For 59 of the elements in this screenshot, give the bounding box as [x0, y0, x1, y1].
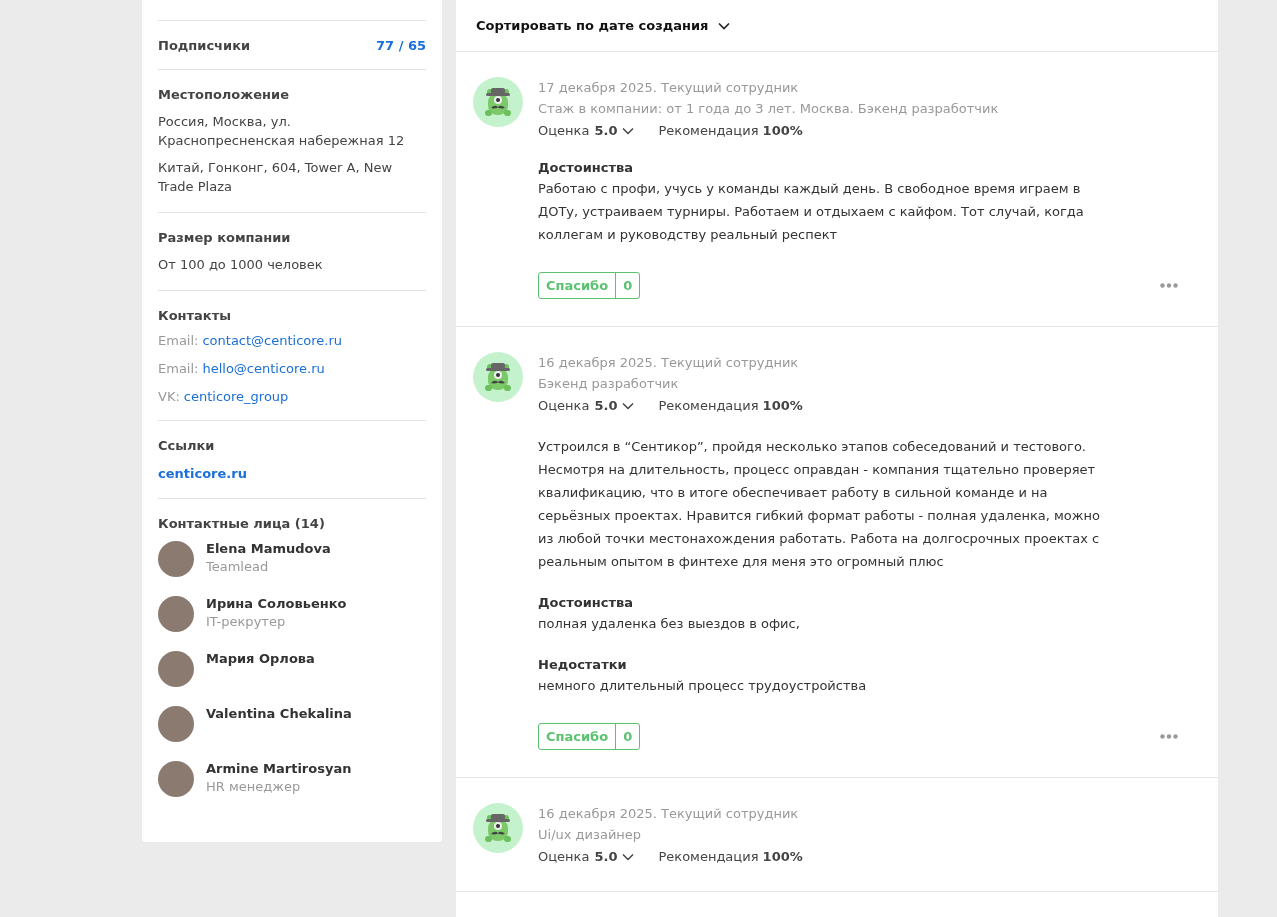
website-link[interactable]: centicore.ru — [158, 466, 247, 481]
person-name[interactable]: Elena Mamudova — [206, 541, 331, 556]
contact-link[interactable]: centicore_group — [183, 389, 289, 404]
review-section-title: Достоинства — [538, 595, 634, 610]
review-text: Устроился в “Сентикор”, пройдя несколько этапов собеседований и тестового. Несмотря на длительность, процесс оправдан - компания тщательно проверяет квалификацию, что в итоге обеспечивает работу в сильной команде и на серьёзных проектах. Нравится гибкий формат работы - полная удаленка, можно из любой точки местонахождения работать. Работа на долгосрочных проектах с реальным опытом в финтехе для меня это огромный плюс — [538, 438, 1101, 571]
info-text: От 100 до 1000 человек — [158, 256, 324, 274]
contact-link[interactable]: hello@centicore.ru — [202, 361, 325, 376]
review-text: Работаю с профи, учусь у команды каждый день. В свободное время играем в ДОТу, устраиваем турниры. Работаем и отдыхаем с кайфом. Тот случай, когда коллегам и руководству реальный респект — [538, 180, 1085, 244]
review-text: немного длительный процесс трудоустройства — [538, 677, 868, 695]
person-name[interactable]: Ирина Соловьенко — [206, 596, 347, 611]
avatar-placeholder[interactable] — [158, 596, 194, 632]
avatar-placeholder[interactable] — [158, 761, 194, 797]
recommendation-text: Рекомендация 100% — [658, 123, 803, 138]
person-name[interactable]: Мария Орлова — [206, 651, 315, 666]
contact-label: VK: — [158, 389, 180, 404]
more-options-icon[interactable] — [1160, 734, 1178, 739]
mascot-avatar-icon — [473, 77, 523, 127]
chevron-down-icon — [622, 852, 635, 861]
review-date: 17 декабря 2025. Текущий сотрудник — [538, 79, 800, 97]
review-author-info: Ui/ux дизайнер — [538, 826, 643, 844]
contact-label: Email: — [158, 333, 199, 348]
avatar-placeholder[interactable] — [158, 651, 194, 687]
mascot-avatar-icon — [473, 803, 523, 853]
avatar-placeholder[interactable] — [158, 706, 194, 742]
section-title: Ссылки — [158, 438, 216, 453]
section-title: Размер компании — [158, 230, 292, 245]
chevron-down-icon — [622, 401, 635, 410]
more-options-icon[interactable] — [1160, 283, 1178, 288]
rating-dropdown[interactable]: Оценка 5.0 — [538, 849, 635, 864]
mascot-avatar-icon — [473, 352, 523, 402]
review-section-title: Недостатки — [538, 657, 628, 672]
review-text: полная удаленка без выездов в офис, — [538, 615, 801, 633]
info-text: Россия, Москва, ул. Краснопресненская набережная 12 — [158, 113, 406, 150]
recommendation-text: Рекомендация 100% — [658, 398, 803, 413]
person-role: IT-рекрутер — [206, 614, 287, 629]
rating-dropdown[interactable]: Оценка 5.0 — [538, 123, 635, 138]
section-title: Контактные лица (14) — [158, 516, 326, 531]
person-name[interactable]: Valentina Chekalina — [206, 706, 352, 721]
section-title: Подписчики — [158, 38, 251, 53]
chevron-down-icon — [622, 126, 635, 135]
section-title: Контакты — [158, 308, 232, 323]
person-role: HR менеджер — [206, 779, 302, 794]
review-section-title: Достоинства — [538, 160, 634, 175]
review-author-info: Стаж в компании: от 1 года до 3 лет. Москва. Бэкенд разработчик — [538, 100, 1000, 118]
sort-dropdown[interactable]: Сортировать по дате создания — [476, 18, 731, 33]
info-text: Китай, Гонконг, 604, Tower A, New Trade Plaza — [158, 159, 394, 196]
section-title: Местоположение — [158, 87, 290, 102]
review-date: 16 декабря 2025. Текущий сотрудник — [538, 354, 800, 372]
person-name[interactable]: Armine Martirosyan — [206, 761, 352, 776]
person-role: Teamlead — [206, 559, 270, 574]
contact-label: Email: — [158, 361, 199, 376]
contact-link[interactable]: contact@centicore.ru — [202, 333, 343, 348]
rating-dropdown[interactable]: Оценка 5.0 — [538, 398, 635, 413]
chevron-down-icon — [718, 21, 731, 30]
subscriber-count[interactable]: 77 / 65 — [376, 38, 426, 53]
avatar-placeholder[interactable] — [158, 541, 194, 577]
review-author-info: Бэкенд разработчик — [538, 375, 680, 393]
recommendation-text: Рекомендация 100% — [658, 849, 803, 864]
review-date: 16 декабря 2025. Текущий сотрудник — [538, 805, 800, 823]
